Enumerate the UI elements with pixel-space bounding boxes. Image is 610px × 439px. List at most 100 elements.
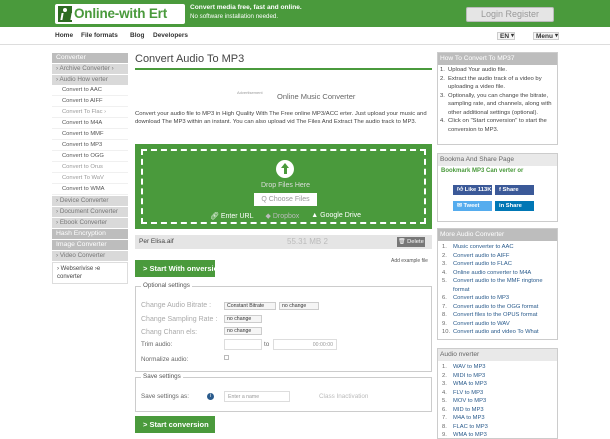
info-icon[interactable]: i xyxy=(207,393,214,400)
page-description: Convert your audio file to MP3 in High Q… xyxy=(135,111,427,125)
sidebar-item-webservice[interactable]: › Webserivise ›e converter xyxy=(52,262,128,284)
trim-end-input[interactable]: 00:00:00 xyxy=(273,339,337,350)
site-header: Online-with Ert Convert media free, fast… xyxy=(0,0,610,27)
save-settings-legend: Save settings xyxy=(141,373,183,380)
nav-developers[interactable]: Developers xyxy=(153,32,188,39)
list-item[interactable]: 6. Convert audio to MP3 xyxy=(442,294,553,303)
main-content: Convert Audio To MP3 Advertisement Onlin… xyxy=(135,52,432,433)
list-item[interactable]: 2. MIDI to MP3 xyxy=(442,372,553,381)
list-item[interactable]: 2. Convert audio to AIFF xyxy=(442,252,553,261)
list-item[interactable]: 1. Music converter to AAC xyxy=(442,243,553,252)
upload-sources: 🔗︎ Enter URL ◆ Dropbox ▲ Google Drive xyxy=(143,212,428,220)
save-class-note: Class Inactivation xyxy=(319,393,369,400)
google-drive-button[interactable]: ▲ Google Drive xyxy=(311,212,361,220)
chevron-down-icon xyxy=(509,32,514,40)
site-logo[interactable]: Online-with Ert xyxy=(55,4,185,24)
logo-text: Online-with Ert xyxy=(74,6,167,21)
add-example-file-link[interactable]: Add example file xyxy=(391,258,428,264)
list-item[interactable]: 7. Convert audio to the OGG format xyxy=(442,303,553,312)
facebook-share-button[interactable]: f Share xyxy=(495,185,534,195)
sidebar-item-mmf[interactable]: Convert to MMF xyxy=(52,129,128,140)
normalize-label: Normalize audio: xyxy=(141,356,189,363)
optional-settings-legend: Optional settings xyxy=(141,282,192,289)
sidebar-item-flac[interactable]: Convert To Flac › xyxy=(52,107,128,118)
list-item[interactable]: 4. Online audio converter to M4A xyxy=(442,269,553,278)
sidebar-item-ebook[interactable]: › Ebook Converter xyxy=(52,218,128,228)
dropbox-button[interactable]: ◆ Dropbox xyxy=(266,212,300,220)
how-to-step: 2. Extract the audio track of a video by … xyxy=(440,75,542,91)
list-item[interactable]: 4. FLV to MP3 xyxy=(442,389,553,398)
sidebar-item-m4a[interactable]: Convert to M4A xyxy=(52,118,128,129)
sidebar-item-device[interactable]: › Device Converter xyxy=(52,196,128,206)
file-size: 55.31 MB 2 xyxy=(287,237,328,246)
sidebar-item-archive[interactable]: › Archive Converter › xyxy=(52,64,128,74)
channels-select[interactable]: no change xyxy=(224,327,262,335)
delete-file-button[interactable]: 🗑︎ Delete xyxy=(397,237,425,247)
drop-zone-border: Drop Files Here Q Choose Files 🔗︎ Enter … xyxy=(141,149,426,224)
more-converters-title: More Audio Converter xyxy=(438,229,557,241)
sidebar-item-video[interactable]: › Video Converter xyxy=(52,251,128,261)
menu-button[interactable]: Menu xyxy=(533,32,559,40)
sidebar-item-wav[interactable]: Convert To WaV xyxy=(52,173,128,184)
list-item[interactable]: 5. Convert audio to the MMF ringtone form… xyxy=(442,277,553,294)
bookmark-box: Bookma And Share Page Bookmark MP3 Can v… xyxy=(437,153,558,222)
list-item[interactable]: 9. Convert audio to WAV xyxy=(442,320,553,329)
optional-settings: Optional settings Change Audio Bitrate :… xyxy=(135,282,432,372)
list-item[interactable]: 7. M4A to MP3 xyxy=(442,414,553,423)
bitrate-mode-select[interactable]: Constant Bitrate xyxy=(224,302,276,310)
drop-files-text: Drop Files Here xyxy=(260,182,310,189)
sidebar: Converter › Archive Converter › › Audio … xyxy=(52,52,128,284)
choose-files-button[interactable]: Q Choose Files xyxy=(254,193,317,206)
list-item[interactable]: 9. WMA to MP3 xyxy=(442,431,553,439)
bookmark-line: Bookmark MP3 Can verter or xyxy=(441,168,524,174)
sidebar-item-opus[interactable]: Convert to Orus xyxy=(52,162,128,173)
sidebar-item-ogg[interactable]: Convert to OGG xyxy=(52,151,128,162)
start-conversion-button[interactable]: > Start With onversion xyxy=(135,260,223,277)
file-name: Per Elisa.aif xyxy=(139,238,174,245)
tweet-button[interactable]: ✉ Tweet xyxy=(453,201,492,211)
nav-blog[interactable]: Blog xyxy=(130,32,144,39)
sidebar-item-document[interactable]: › Document Converter xyxy=(52,207,128,217)
nav-home[interactable]: Home xyxy=(55,32,73,39)
list-item[interactable]: 3. Convert audio to FLAC xyxy=(442,260,553,269)
how-to-step: 3. Optionally, you can change the bitrate… xyxy=(440,92,552,116)
list-item[interactable]: 8. Convert files to the OPUS format xyxy=(442,311,553,320)
list-item[interactable]: 8. FLAC to MP3 xyxy=(442,423,553,432)
sidebar-item-aiff[interactable]: Convert to AIFF xyxy=(52,96,128,107)
more-converters-list: 1. Music converter to AAC 2. Convert audio… xyxy=(438,241,557,339)
save-settings-label: Save settings as: xyxy=(141,393,189,400)
file-drop-zone[interactable]: Drop Files Here Q Choose Files 🔗︎ Enter … xyxy=(135,144,432,229)
language-selector[interactable]: EN xyxy=(497,32,516,40)
list-item[interactable]: 5. MOV to MP3 xyxy=(442,397,553,406)
trim-to-label: to xyxy=(264,341,270,348)
bookmark-title: Bookma And Share Page xyxy=(438,154,557,166)
facebook-like-button[interactable]: 👍︎ Like 113K xyxy=(453,185,492,195)
bitrate-value-select[interactable]: no change xyxy=(279,302,319,310)
sidebar-item-image[interactable]: Image Converter xyxy=(52,240,128,250)
sidebar-item-aac[interactable]: Convert to AAC xyxy=(52,85,128,96)
list-item[interactable]: 3. WMA to MP3 xyxy=(442,380,553,389)
how-to-box: How To Convert To MP37 1. Upload Your aud… xyxy=(437,52,558,145)
normalize-checkbox[interactable] xyxy=(224,355,229,360)
start-conversion-button-bottom[interactable]: > Start conversion xyxy=(135,416,215,433)
trim-start-input[interactable] xyxy=(224,339,262,350)
sidebar-heading[interactable]: Converter xyxy=(52,53,128,63)
how-to-step: 1. Upload Your audio file. xyxy=(440,67,507,73)
nav-file-formats[interactable]: File formats xyxy=(81,32,118,39)
ad-title[interactable]: Online Music Converter xyxy=(277,92,355,101)
list-item[interactable]: 6. MID to MP3 xyxy=(442,406,553,415)
sampling-rate-select[interactable]: no change xyxy=(224,315,262,323)
login-register-button[interactable]: Login Register xyxy=(466,7,554,22)
sidebar-item-audio[interactable]: › Audio How verter xyxy=(52,75,128,85)
enter-url-button[interactable]: 🔗︎ Enter URL xyxy=(210,212,254,220)
sidebar-item-mp3[interactable]: Convert to MP3 xyxy=(52,140,128,151)
linkedin-share-button[interactable]: in Share xyxy=(495,201,534,211)
top-nav: Home File formats Blog Developers EN Men… xyxy=(0,27,610,45)
list-item[interactable]: 1. WAV to MP3 xyxy=(442,363,553,372)
settings-name-input[interactable]: Enter a name xyxy=(224,391,290,402)
sidebar-item-wma[interactable]: Convert to WMA xyxy=(52,184,128,195)
list-item[interactable]: 10. Convert audio and video To What xyxy=(442,328,553,337)
more-converters-box: More Audio Converter 1. Music converter t… xyxy=(437,228,558,340)
sidebar-item-hash[interactable]: Hash Encryption xyxy=(52,229,128,239)
audio-converters-box: Audio nverter 1. WAV to MP3 2. MIDI to MP3… xyxy=(437,348,558,439)
